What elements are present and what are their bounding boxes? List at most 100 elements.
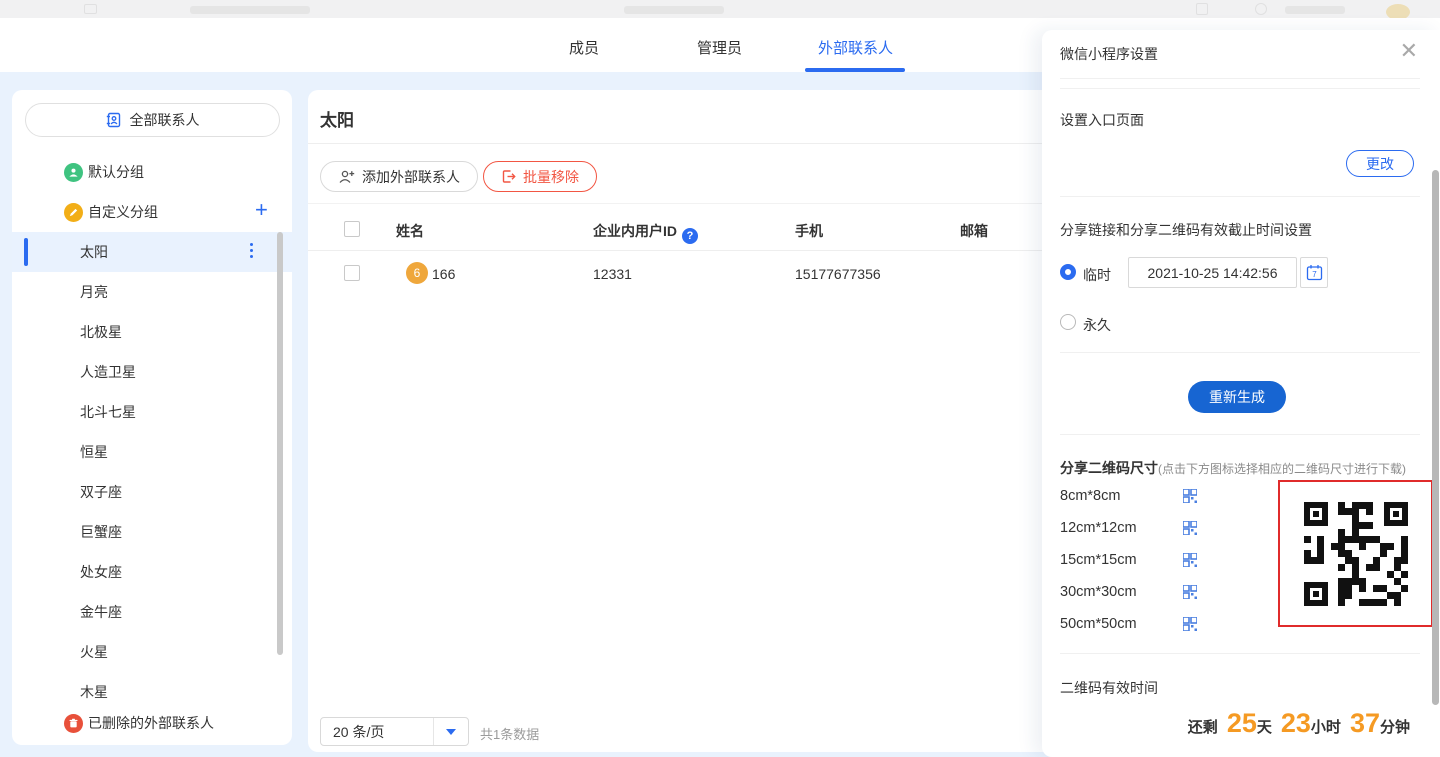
sidebar-item-group-1[interactable]: 月亮: [12, 272, 292, 312]
divider: [1060, 352, 1420, 353]
qr-download-icon[interactable]: [1183, 617, 1197, 631]
column-header-email: 邮箱: [960, 221, 988, 241]
sidebar-item-group-3[interactable]: 人造卫星: [12, 352, 292, 392]
all-contacts-label: 全部联系人: [130, 110, 200, 130]
regenerate-button[interactable]: 重新生成: [1188, 381, 1286, 413]
datetime-input[interactable]: 2021-10-25 14:42:56: [1128, 257, 1297, 288]
countdown-days-unit: 天: [1257, 716, 1272, 737]
sidebar-item-group-10[interactable]: 火星: [12, 632, 292, 672]
group-label: 火星: [80, 644, 108, 660]
radio-permanent-label: 永久: [1083, 315, 1111, 335]
tab-external-contacts[interactable]: 外部联系人: [818, 37, 893, 58]
radio-permanent[interactable]: [1060, 314, 1076, 330]
add-external-contact-label: 添加外部联系人: [362, 167, 460, 187]
sidebar-scrollbar[interactable]: [277, 232, 283, 655]
chevron-down-icon: [446, 729, 456, 735]
select-all-checkbox[interactable]: [344, 221, 360, 237]
countdown-prefix: 还剩: [1188, 716, 1218, 737]
drawer-title: 微信小程序设置: [1060, 44, 1158, 64]
page-size-select[interactable]: 20 条/页: [320, 717, 469, 746]
group-label: 巨蟹座: [80, 524, 122, 540]
group-label: 太阳: [80, 244, 108, 260]
group-label: 处女座: [80, 564, 122, 580]
qr-size-row-4: 50cm*50cm: [1060, 612, 1280, 636]
divider: [1060, 196, 1420, 197]
qr-size-label: 50cm*50cm: [1060, 616, 1183, 632]
entry-page-label: 设置入口页面: [1060, 110, 1144, 130]
trash-icon: [64, 714, 83, 733]
add-group-icon[interactable]: +: [255, 199, 268, 221]
add-external-contact-button[interactable]: 添加外部联系人: [320, 161, 478, 192]
column-header-phone: 手机: [795, 221, 823, 241]
sidebar-item-group-8[interactable]: 处女座: [12, 552, 292, 592]
qr-size-label: 30cm*30cm: [1060, 584, 1183, 600]
countdown-hours-unit: 小时: [1311, 716, 1341, 737]
countdown-hours: 23: [1281, 708, 1311, 739]
qr-size-row-3: 30cm*30cm: [1060, 580, 1280, 604]
svg-text:7: 7: [1312, 270, 1317, 279]
group-label: 月亮: [80, 284, 108, 300]
countdown-minutes-unit: 分钟: [1380, 716, 1410, 737]
kebab-menu-icon[interactable]: [250, 243, 253, 258]
tab-admins[interactable]: 管理员: [697, 37, 742, 58]
radio-temporary[interactable]: [1060, 264, 1076, 280]
sidebar-item-group-4[interactable]: 北斗七星: [12, 392, 292, 432]
divider: [1060, 88, 1420, 89]
window-scrollbar[interactable]: [1432, 170, 1439, 705]
qr-download-icon[interactable]: [1183, 521, 1197, 535]
qr-code-image: [1304, 502, 1408, 606]
sidebar-item-group-9[interactable]: 金牛座: [12, 592, 292, 632]
main-panel: 太阳 添加外部联系人 批量移除 姓名 企业内用户ID? 手机 邮箱 6 166 …: [308, 90, 1056, 752]
dimmed-text: [624, 6, 724, 14]
deleted-contacts-label: 已删除的外部联系人: [88, 713, 214, 733]
divider: [1060, 653, 1420, 654]
qr-size-row-0: 8cm*8cm: [1060, 484, 1280, 508]
all-contacts-button[interactable]: 全部联系人: [25, 103, 280, 137]
calendar-icon[interactable]: 7: [1300, 257, 1328, 288]
row-checkbox[interactable]: [344, 265, 360, 281]
qr-size-label: 8cm*8cm: [1060, 488, 1183, 504]
dimmed-text: [190, 6, 310, 14]
tab-members[interactable]: 成员: [569, 37, 599, 58]
page-title: 太阳: [320, 106, 354, 131]
sidebar-item-group-7[interactable]: 巨蟹座: [12, 512, 292, 552]
divider: [308, 250, 1056, 251]
person-add-icon: [338, 169, 355, 185]
qr-size-label: 12cm*12cm: [1060, 520, 1183, 536]
qr-download-icon[interactable]: [1183, 553, 1197, 567]
qr-download-icon[interactable]: [1183, 585, 1197, 599]
qr-size-heading: 分享二维码尺寸(点击下方图标选择相应的二维码尺寸进行下载): [1060, 458, 1406, 478]
expiry-setting-label: 分享链接和分享二维码有效截止时间设置: [1060, 220, 1312, 240]
group-label: 人造卫星: [80, 364, 136, 380]
sidebar-item-group-6[interactable]: 双子座: [12, 472, 292, 512]
active-tab-underline: [805, 68, 905, 72]
countdown-days: 25: [1227, 708, 1257, 739]
batch-remove-label: 批量移除: [523, 167, 579, 187]
avatar: 6: [406, 262, 428, 284]
qr-download-icon[interactable]: [1183, 489, 1197, 503]
qr-countdown: 还剩 25 天 23 小时 37 分钟: [1188, 708, 1410, 739]
batch-remove-button[interactable]: 批量移除: [483, 161, 597, 192]
cell-userid: 12331: [593, 266, 632, 282]
sidebar-item-label: 自定义分组: [88, 202, 158, 222]
dimmed-topbar: [0, 0, 1440, 18]
cell-phone: 15177677356: [795, 266, 881, 282]
radio-temporary-label: 临时: [1083, 265, 1111, 285]
pencil-icon: [64, 203, 83, 222]
sidebar-item-group-2[interactable]: 北极星: [12, 312, 292, 352]
sidebar-item-group-5[interactable]: 恒星: [12, 432, 292, 472]
column-header-name: 姓名: [396, 221, 424, 241]
divider: [308, 143, 1056, 144]
qr-size-label: 15cm*15cm: [1060, 552, 1183, 568]
contacts-book-icon: [106, 112, 122, 128]
change-button[interactable]: 更改: [1346, 150, 1414, 177]
sidebar-item-custom-group[interactable]: 自定义分组 +: [12, 192, 292, 232]
sidebar-item-group-0[interactable]: 太阳: [12, 232, 292, 272]
sidebar-item-deleted-contacts[interactable]: 已删除的外部联系人: [12, 703, 292, 743]
close-icon[interactable]: ✕: [1400, 40, 1418, 62]
sidebar-item-default-group[interactable]: 默认分组: [12, 152, 292, 192]
divider: [1060, 434, 1420, 435]
help-icon[interactable]: ?: [682, 228, 698, 244]
divider: [1060, 78, 1420, 79]
qr-code-highlight-frame: [1278, 480, 1433, 627]
